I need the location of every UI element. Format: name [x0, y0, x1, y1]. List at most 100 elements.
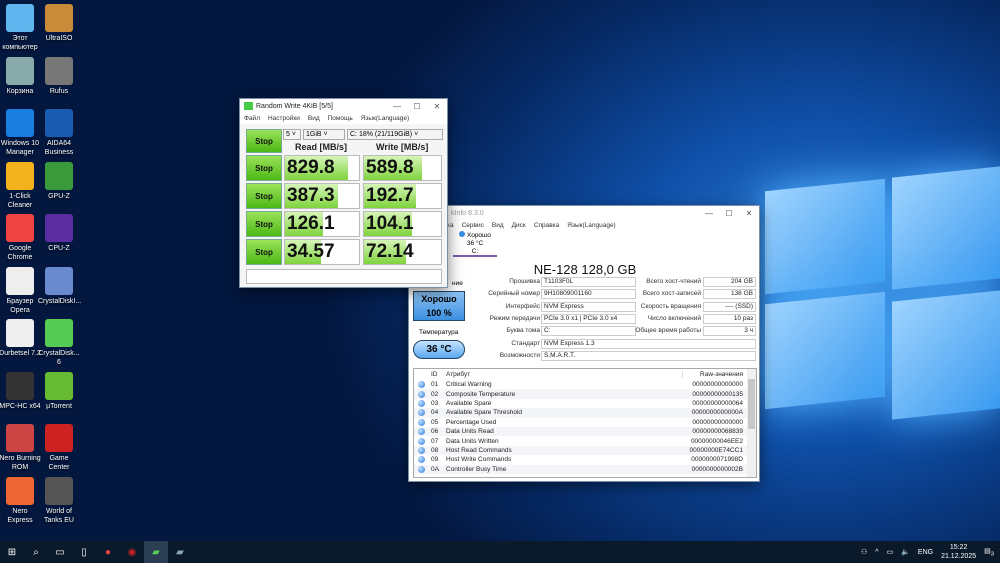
- status-dot-icon: [418, 418, 425, 426]
- desktop-icon[interactable]: CrystalDiskI...: [38, 266, 81, 306]
- table-row[interactable]: 08 Host Read Commands 00000000E74CC1: [414, 445, 756, 456]
- field-label: Стандарт: [511, 339, 540, 347]
- menu-file[interactable]: Файл: [244, 115, 260, 122]
- menu-service[interactable]: Сервис: [462, 222, 484, 229]
- language-indicator[interactable]: ENG: [918, 549, 933, 556]
- notifications-icon[interactable]: ▤3: [984, 547, 994, 557]
- icon-label: Rufus: [49, 87, 69, 95]
- app-icon: [6, 56, 34, 85]
- app-icon: [45, 266, 73, 295]
- clock[interactable]: 15:22 21.12.2025: [941, 543, 976, 561]
- minimize-button[interactable]: —: [699, 209, 719, 218]
- menu-view[interactable]: Вид: [308, 115, 320, 122]
- game-center-icon[interactable]: ◉: [120, 541, 144, 563]
- table-row[interactable]: 06 Data Units Read 00000000068839: [414, 426, 756, 437]
- table-row[interactable]: 02 Composite Temperature 00000000000135: [414, 389, 756, 399]
- desktop-icon[interactable]: UltraISO: [38, 4, 80, 43]
- maximize-button[interactable]: ☐: [719, 209, 739, 218]
- people-icon[interactable]: ⚇: [861, 548, 867, 556]
- col-id[interactable]: ID: [431, 371, 446, 378]
- search-icon[interactable]: ⌕: [24, 541, 48, 563]
- desktop-icon[interactable]: GPU-Z: [38, 161, 80, 201]
- app-icon: [45, 161, 73, 190]
- desktop-icon[interactable]: Корзина: [0, 56, 41, 96]
- stop-all-button[interactable]: Stop: [246, 129, 282, 153]
- test-size-select[interactable]: 1GiB ˅: [303, 129, 345, 140]
- task-view-icon[interactable]: ▭: [48, 541, 72, 563]
- menu-language[interactable]: Язык(Language): [361, 115, 409, 122]
- menu-view[interactable]: Вид: [492, 222, 504, 229]
- table-row[interactable]: 05 Percentage Used 00000000000000: [414, 418, 756, 427]
- app-icon: [45, 319, 73, 347]
- network-icon[interactable]: ▭: [887, 548, 894, 556]
- status-bar: [246, 269, 442, 284]
- test-count-select[interactable]: 5 ˅: [283, 129, 301, 140]
- desktop-icon[interactable]: Этот компьютер: [0, 4, 41, 52]
- health-dot-icon: [459, 231, 466, 237]
- desktop-icon[interactable]: AIDA64 Business: [38, 109, 80, 157]
- desktop-icon[interactable]: Браузер Opera: [0, 266, 41, 315]
- desktop-icon[interactable]: Game Center: [38, 424, 80, 472]
- stop-button[interactable]: Stop: [246, 155, 282, 181]
- menu-disk[interactable]: Диск: [512, 222, 526, 229]
- stop-button[interactable]: Stop: [246, 211, 282, 237]
- table-row[interactable]: 01 Critical Warning 00000000000000: [414, 380, 756, 389]
- icon-label: CrystalDisk... 6: [38, 350, 80, 366]
- menu-language[interactable]: Язык(Language): [567, 222, 615, 229]
- start-button[interactable]: ⊞: [0, 541, 24, 563]
- menu-settings[interactable]: Настройки: [268, 115, 300, 122]
- volume-icon[interactable]: 🔈: [901, 548, 910, 556]
- temperature-badge[interactable]: 36 °C: [413, 340, 465, 359]
- close-button[interactable]: ✕: [739, 209, 759, 218]
- desktop-icon[interactable]: World of Tanks EU: [38, 476, 80, 525]
- file-icon[interactable]: ▯: [72, 541, 96, 563]
- icon-label: Nero Express: [7, 507, 33, 524]
- scrollbar[interactable]: [747, 369, 756, 477]
- table-row[interactable]: 03 Available Spare 00000000000064: [414, 399, 756, 408]
- drive-select[interactable]: C: 18% (21/119GiB) ˅: [347, 129, 443, 140]
- field-label: Всего хост-чтений: [646, 278, 701, 285]
- desktop-icon[interactable]: µTorrent: [38, 371, 80, 411]
- table-row[interactable]: 09 Host Write Commands 0000000071998D: [414, 455, 756, 464]
- menu-bar: Файл Настройки Вид Помощь Язык(Language): [240, 113, 447, 124]
- chrome-icon[interactable]: ●: [96, 541, 120, 563]
- icon-label: 1-Click Cleaner: [7, 192, 33, 209]
- field-value: ---- (SSD): [703, 301, 756, 312]
- stop-button[interactable]: Stop: [246, 239, 282, 265]
- app-icon: [6, 4, 34, 32]
- menu-bar: ка Сервис Вид Диск Справка Язык(Language): [409, 220, 759, 231]
- table-row[interactable]: 04 Available Spare Threshold 0000000000000…: [414, 408, 756, 418]
- maximize-button[interactable]: ☐: [407, 102, 427, 111]
- icon-label: µTorrent: [46, 402, 72, 410]
- field-label: Интерфейс: [505, 302, 540, 310]
- chevron-up-icon[interactable]: ^: [875, 549, 878, 556]
- menu-help[interactable]: Помощь: [328, 115, 353, 122]
- col-raw[interactable]: Raw-значения: [683, 371, 743, 378]
- windows-logo-pane: [892, 290, 1000, 420]
- health-status-box[interactable]: Хорошо 100 %: [413, 291, 465, 321]
- desktop-icon[interactable]: Nero Express: [0, 476, 41, 525]
- desktop-icon[interactable]: Windows 10 Manager: [0, 109, 41, 157]
- table-row[interactable]: 07 Data Units Written 00000000046EE2: [414, 436, 756, 445]
- crystaldiskmark-taskbar-icon[interactable]: ▰: [144, 541, 168, 563]
- tab-temp: 36 °C: [466, 240, 484, 247]
- desktop-icon[interactable]: MPC-HC x64: [0, 371, 41, 411]
- col-attribute[interactable]: Атрибут: [446, 371, 683, 378]
- table-row[interactable]: 0A Controller Busy Time 0000000000002B: [414, 464, 756, 474]
- app-icon: [6, 109, 34, 137]
- desktop-icon[interactable]: Google Chrome: [0, 214, 41, 262]
- stop-button[interactable]: Stop: [246, 183, 282, 209]
- minimize-button[interactable]: —: [387, 102, 407, 111]
- disk-tab[interactable]: Хорошо 36 °C C:: [453, 231, 497, 257]
- desktop-icon[interactable]: 1-Click Cleaner: [0, 161, 41, 210]
- desktop-icon[interactable]: Nero Burning ROM: [0, 424, 41, 472]
- menu-help[interactable]: Справка: [534, 222, 560, 229]
- desktop-icon[interactable]: Rufus: [38, 56, 80, 96]
- desktop-icon[interactable]: Durbetsel 7.2: [0, 319, 41, 358]
- crystaldiskinfo-taskbar-icon[interactable]: ▰: [168, 541, 192, 563]
- desktop-icon[interactable]: CrystalDisk... 6: [38, 319, 80, 367]
- close-button[interactable]: ✕: [427, 102, 447, 111]
- desktop-icon[interactable]: CPU-Z: [38, 214, 80, 253]
- app-icon: [6, 161, 34, 190]
- field-value: S.M.A.R.T.: [541, 350, 756, 361]
